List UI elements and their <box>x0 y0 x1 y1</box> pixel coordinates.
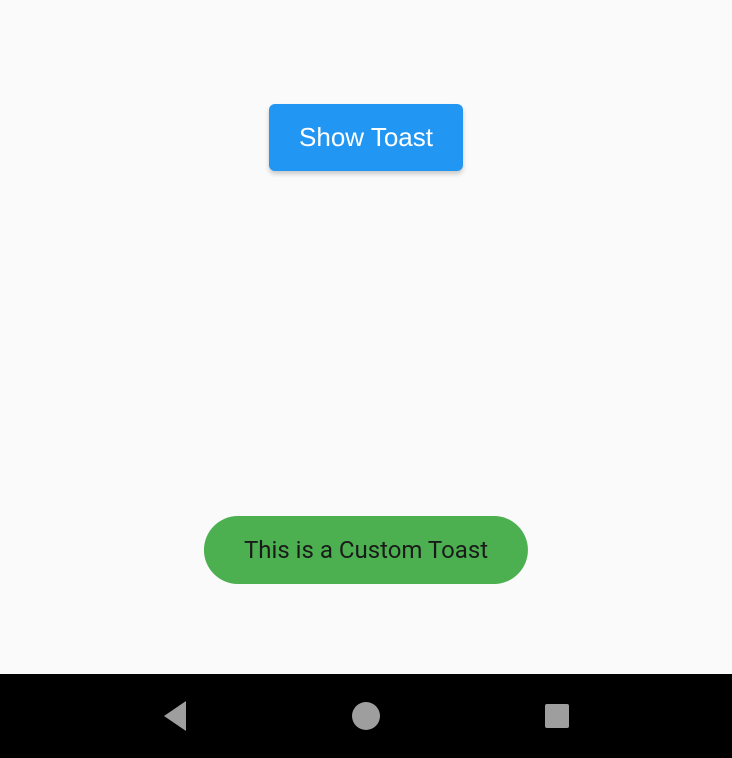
nav-back-button[interactable] <box>145 686 205 746</box>
nav-home-button[interactable] <box>336 686 396 746</box>
home-icon <box>352 702 380 730</box>
toast-notification: This is a Custom Toast <box>204 516 528 584</box>
nav-recents-button[interactable] <box>527 686 587 746</box>
content-area: Show Toast This is a Custom Toast <box>0 0 732 674</box>
show-toast-button[interactable]: Show Toast <box>269 104 463 171</box>
back-icon <box>164 701 186 731</box>
navigation-bar <box>0 674 732 758</box>
recents-icon <box>545 704 569 728</box>
